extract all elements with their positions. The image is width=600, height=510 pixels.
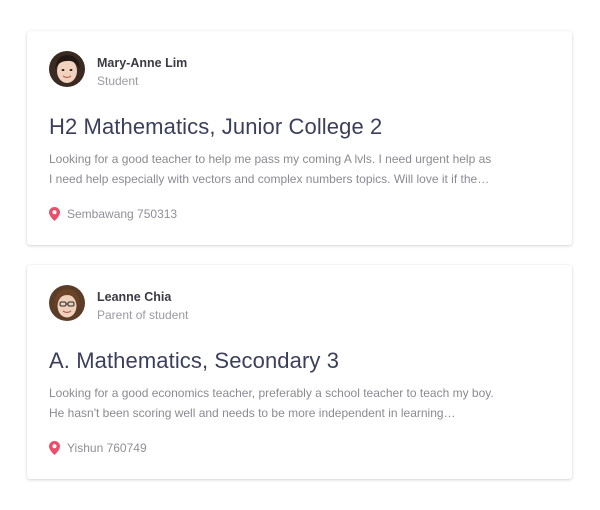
map-pin-icon — [49, 441, 60, 455]
listing-card[interactable]: Leanne Chia Parent of student A. Mathema… — [27, 265, 572, 479]
author-role: Student — [97, 74, 139, 88]
author-name: Mary-Anne Lim — [97, 56, 188, 70]
listing-title[interactable]: A. Mathematics, Secondary 3 — [49, 348, 339, 374]
location-text: Yishun 760749 — [67, 441, 147, 455]
description-line: He hasn't been scoring well and needs to… — [49, 406, 456, 420]
description-line: Looking for a good teacher to help me pa… — [49, 152, 492, 166]
description-line: I need help especially with vectors and … — [49, 172, 490, 186]
listing-description: Looking for a good teacher to help me pa… — [49, 149, 519, 189]
author-name: Leanne Chia — [97, 290, 172, 304]
avatar — [49, 285, 85, 321]
author-role: Parent of student — [97, 308, 189, 322]
listing-location: Sembawang 750313 — [49, 207, 177, 221]
listing-title[interactable]: H2 Mathematics, Junior College 2 — [49, 114, 382, 140]
map-pin-icon — [49, 207, 60, 221]
listing-card[interactable]: Mary-Anne Lim Student H2 Mathematics, Ju… — [27, 31, 572, 245]
listing-description: Looking for a good economics teacher, pr… — [49, 383, 519, 423]
description-line: Looking for a good economics teacher, pr… — [49, 386, 494, 400]
listing-location: Yishun 760749 — [49, 441, 147, 455]
avatar — [49, 51, 85, 87]
location-text: Sembawang 750313 — [67, 207, 178, 221]
